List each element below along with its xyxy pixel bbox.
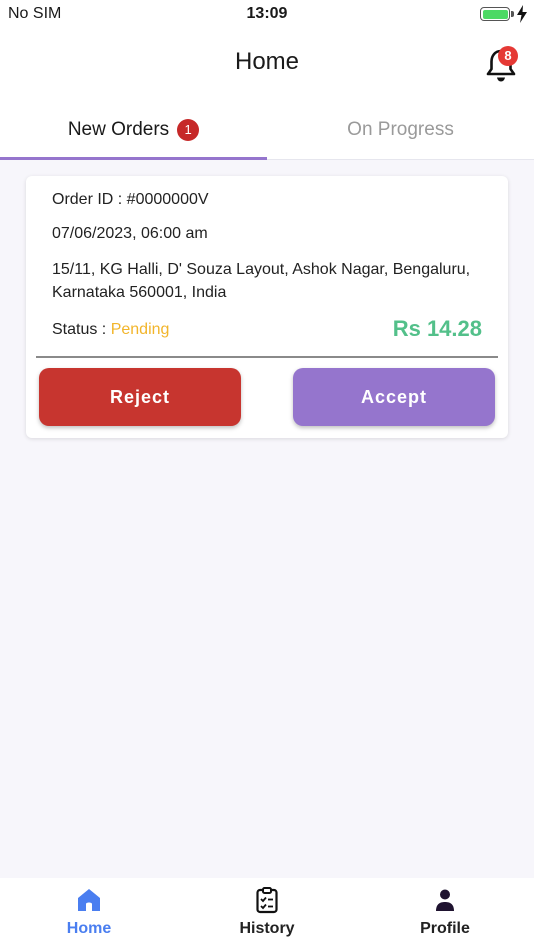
active-tab-indicator [0, 157, 267, 160]
nav-profile[interactable]: Profile [356, 878, 534, 950]
clipboard-icon [256, 887, 278, 914]
tab-label: On Progress [347, 119, 454, 140]
nav-label: History [239, 920, 295, 937]
home-icon [78, 889, 100, 911]
tab-label: New Orders [67, 119, 170, 140]
battery-icon [480, 7, 510, 21]
nav-label: Home [66, 920, 112, 937]
order-id: Order ID : #0000000V [52, 191, 209, 208]
new-orders-count-badge: 1 [177, 119, 200, 141]
nav-home[interactable]: Home [0, 878, 178, 950]
tab-on-progress[interactable]: On Progress [267, 100, 534, 160]
status-value: Pending [110, 321, 170, 338]
order-card: Order ID : #0000000V 07/06/2023, 06:00 a… [26, 176, 508, 438]
order-amount: Rs 14.28 [392, 316, 482, 341]
notification-badge: 8 [498, 46, 518, 66]
nav-label: Profile [420, 920, 470, 937]
clock: 13:09 [246, 5, 288, 22]
order-datetime: 07/06/2023, 06:00 am [52, 225, 208, 242]
person-icon [436, 889, 454, 911]
order-status: Status : Pending [52, 321, 169, 339]
accept-button[interactable]: Accept [293, 368, 495, 426]
nav-history[interactable]: History [178, 878, 356, 950]
reject-button[interactable]: Reject [39, 368, 241, 426]
page-title: Home [234, 48, 300, 75]
status-label: Status : [52, 321, 111, 338]
app-header: Home 8 [0, 28, 534, 100]
tab-new-orders[interactable]: New Orders 1 [0, 100, 267, 160]
order-address: 15/11, KG Halli, D' Souza Layout, Ashok … [52, 261, 471, 301]
status-bar: No SIM 13:09 [0, 0, 534, 28]
battery-cap [511, 11, 514, 17]
card-divider [36, 356, 498, 358]
notifications-button[interactable]: 8 [484, 46, 520, 84]
charging-icon [517, 5, 527, 23]
tab-bar: New Orders 1 On Progress [0, 100, 534, 160]
bottom-nav: Home History Profile [0, 878, 534, 950]
